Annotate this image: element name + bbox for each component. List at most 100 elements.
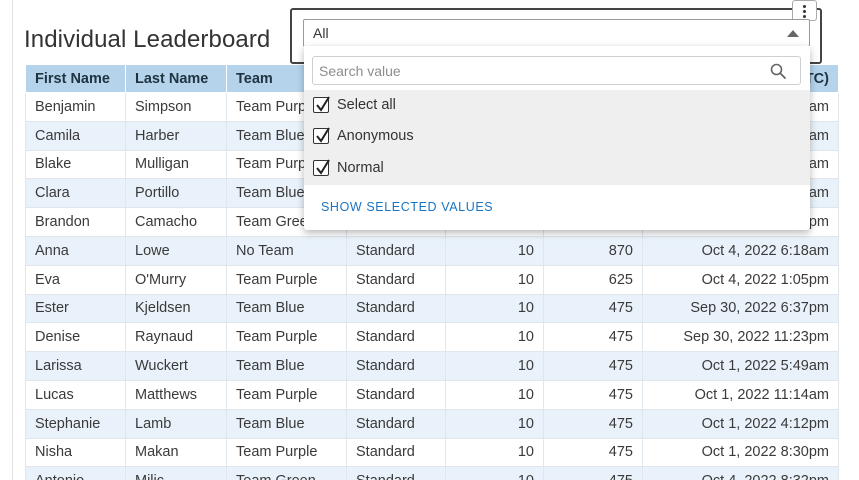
table-cell: Antonio (25, 466, 126, 480)
table-cell: O'Murry (125, 264, 227, 295)
table-cell: Harber (125, 120, 227, 151)
table-cell: Raynaud (125, 322, 227, 353)
table-cell: Oct 1, 2022 5:49am (642, 351, 839, 381)
table-cell: 10 (445, 264, 544, 295)
table-cell: Team Purple (226, 264, 347, 295)
table-cell: Clara (25, 178, 126, 209)
table-cell: 475 (543, 437, 643, 468)
table-cell: Team Blue (226, 293, 347, 324)
table-cell: Oct 4, 2022 8:32pm (642, 466, 839, 480)
table-cell: Standard (346, 408, 446, 439)
table-cell: Larissa (25, 351, 126, 381)
table-cell: Lamb (125, 408, 227, 439)
checkbox-checked-icon[interactable] (313, 159, 330, 176)
table-row[interactable]: Larissa Wuckert Team Blue Standard 10 475 Oct … (25, 351, 839, 381)
table-cell: Stephanie (25, 408, 126, 439)
table-cell: Standard (346, 293, 446, 324)
table-cell: 475 (543, 408, 643, 439)
table-cell: Denise (25, 322, 126, 353)
table-cell: Ester (25, 293, 126, 324)
table-cell: Nisha (25, 437, 126, 468)
column-header-last-name[interactable]: Last Name (125, 64, 227, 93)
table-cell: Standard (346, 235, 446, 266)
table-cell: 10 (445, 235, 544, 266)
option-label: Select all (337, 97, 396, 113)
table-cell: 10 (445, 466, 544, 480)
table-cell: Matthews (125, 379, 227, 410)
table-cell: Team Blue (226, 351, 347, 381)
table-cell: Oct 1, 2022 8:30pm (642, 437, 839, 468)
table-row[interactable]: AntonioMilicTeam GreenStandard10475Oct 4… (25, 466, 839, 480)
table-cell: Lucas (25, 379, 126, 410)
table-cell: Eva (25, 264, 126, 295)
table-cell: 10 (445, 408, 544, 439)
option-select-all[interactable]: Select all (313, 94, 396, 116)
table-cell: 475 (543, 322, 643, 353)
table-cell: Team Purple (226, 322, 347, 353)
checkbox-checked-icon[interactable] (313, 96, 330, 113)
table-row[interactable]: Eva O'Murry Team Purple Standard 10 625 Oct 4,… (25, 264, 839, 295)
table-cell: Wuckert (125, 351, 227, 381)
table-row[interactable]: Anna Lowe No Team Standard 10 870 Oct 4, 2022 … (25, 235, 839, 266)
table-cell: Benjamin (25, 92, 126, 122)
table-row[interactable]: Lucas Matthews Team Purple Standard 10 475 Oct… (25, 379, 839, 410)
table-cell: Blake (25, 149, 126, 180)
table-cell: Milic (125, 466, 227, 480)
checkbox-checked-icon[interactable] (313, 127, 330, 144)
table-cell: 475 (543, 351, 643, 381)
table-cell: Team Purple (226, 437, 347, 468)
search-input[interactable] (319, 60, 759, 81)
show-selected-values-link[interactable]: SHOW SELECTED VALUES (321, 200, 493, 214)
table-cell: Oct 4, 2022 6:18am (642, 235, 839, 266)
table-cell: 10 (445, 379, 544, 410)
table-cell: 475 (543, 379, 643, 410)
table-cell: Mulligan (125, 149, 227, 180)
table-cell: Brandon (25, 207, 126, 237)
caret-up-icon (787, 30, 799, 37)
option-label: Normal (337, 160, 384, 176)
option-normal[interactable]: Normal (313, 157, 384, 179)
table-cell: Team Purple (226, 379, 347, 410)
table-cell: 10 (445, 293, 544, 324)
filter-select[interactable]: All (303, 19, 810, 47)
table-row[interactable]: Denise Raynaud Team Purple Standard 10 475 Sep… (25, 322, 839, 353)
table-cell: 10 (445, 322, 544, 353)
table-cell: Kjeldsen (125, 293, 227, 324)
search-field (312, 56, 801, 85)
option-anonymous[interactable]: Anonymous (313, 125, 414, 147)
table-cell: 475 (543, 466, 643, 480)
table-cell: 625 (543, 264, 643, 295)
table-row[interactable]: Nisha Makan Team Purple Standard 10 475 Oct 1,… (25, 437, 839, 468)
table-cell: Portillo (125, 178, 227, 209)
search-icon[interactable] (770, 63, 786, 79)
column-header-first-name[interactable]: First Name (25, 64, 126, 93)
table-cell: Sep 30, 2022 11:23pm (642, 322, 839, 353)
table-cell: Lowe (125, 235, 227, 266)
table-cell: Standard (346, 437, 446, 468)
filter-options-list: Select all Anonymous Normal (304, 90, 810, 185)
table-row[interactable]: Stephanie Lamb Team Blue Standard 10 475 Oct 1… (25, 408, 839, 439)
table-row[interactable]: Ester Kjeldsen Team Blue Standard 10 475 Sep 3… (25, 293, 839, 324)
table-cell: 10 (445, 437, 544, 468)
table-cell: No Team (226, 235, 347, 266)
table-cell: Standard (346, 322, 446, 353)
table-cell: 475 (543, 293, 643, 324)
table-cell: Standard (346, 351, 446, 381)
table-cell: Sep 30, 2022 6:37pm (642, 293, 839, 324)
table-cell: 870 (543, 235, 643, 266)
table-cell: 10 (445, 351, 544, 381)
table-cell: Oct 1, 2022 4:12pm (642, 408, 839, 439)
table-cell: Team Green (226, 466, 347, 480)
table-cell: Simpson (125, 92, 227, 122)
table-cell: Oct 1, 2022 11:14am (642, 379, 839, 410)
option-label: Anonymous (337, 128, 414, 144)
table-cell: Standard (346, 466, 446, 480)
table-cell: Camacho (125, 207, 227, 237)
table-cell: Standard (346, 379, 446, 410)
filter-selected-value: All (313, 25, 329, 41)
table-cell: Camila (25, 120, 126, 151)
table-cell: Oct 4, 2022 1:05pm (642, 264, 839, 295)
table-cell: Standard (346, 264, 446, 295)
more-options-icon[interactable] (792, 0, 817, 21)
table-cell: Team Blue (226, 408, 347, 439)
